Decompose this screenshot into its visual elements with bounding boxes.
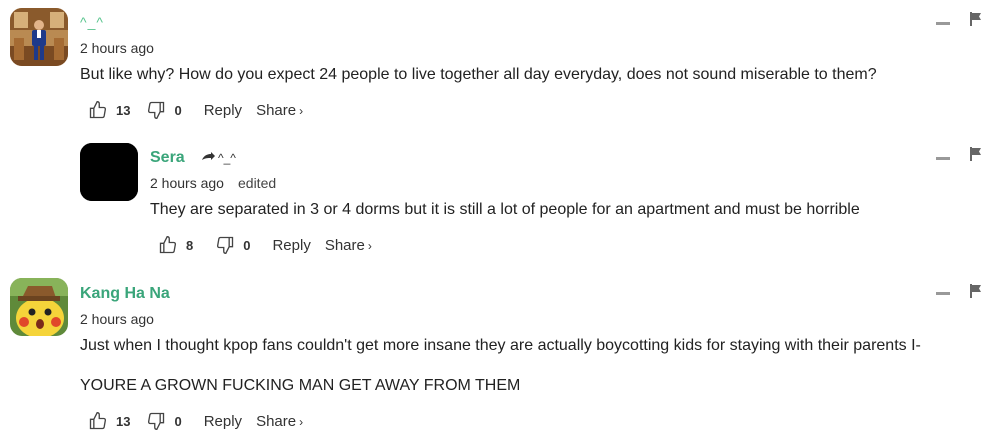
like-button[interactable]: 13	[88, 411, 130, 431]
dislike-count: 0	[174, 413, 182, 429]
thumbs-down-icon	[148, 101, 165, 120]
like-count: 13	[116, 102, 131, 118]
chevron-right-icon: ›	[299, 414, 304, 429]
thumbs-up-icon	[159, 235, 177, 254]
share-label: Share	[324, 236, 365, 254]
share-label: Share	[256, 101, 297, 119]
reply-arrow-icon	[202, 152, 215, 160]
timestamp: 2 hours ago	[150, 175, 224, 191]
like-count: 8	[186, 237, 194, 253]
comment: ^_^ 2 hours ago But like why? How do you…	[0, 0, 996, 130]
comment-actions: 13 0 Reply Share ›	[88, 411, 303, 431]
like-button[interactable]: 13	[88, 100, 130, 120]
dislike-button[interactable]: 0	[146, 411, 182, 431]
chevron-right-icon: ›	[299, 103, 304, 118]
reply-to-username: ^_^	[218, 151, 236, 165]
like-button[interactable]: 8	[158, 235, 193, 255]
dislike-count: 0	[243, 237, 251, 253]
avatar[interactable]	[10, 278, 68, 336]
minimize-icon[interactable]	[936, 292, 950, 295]
username[interactable]: Kang Ha Na	[80, 285, 170, 303]
timestamp: 2 hours ago	[80, 40, 154, 56]
username[interactable]: ^_^	[80, 14, 104, 30]
timestamp: 2 hours ago	[80, 311, 154, 327]
dislike-button[interactable]: 0	[215, 235, 250, 255]
like-count: 13	[116, 413, 131, 429]
share-button[interactable]: Share ›	[256, 102, 303, 119]
share-label: Share	[256, 412, 297, 430]
thumbs-down-icon	[148, 412, 165, 431]
comment-actions: 8 0 Reply Share ›	[158, 235, 372, 255]
person-avatar-icon	[10, 8, 68, 66]
thumbs-down-icon	[217, 236, 234, 255]
reply-comment: Sera ^_^ 2 hours ago edited They are sep…	[0, 135, 996, 265]
minimize-icon[interactable]	[936, 22, 950, 25]
thumbs-up-icon	[89, 100, 107, 119]
comment-text-line: YOURE A GROWN FUCKING MAN GET AWAY FROM …	[80, 377, 521, 394]
username[interactable]: Sera	[150, 149, 185, 167]
minimize-icon[interactable]	[936, 157, 950, 160]
flag-icon[interactable]	[970, 147, 982, 161]
black-avatar-icon	[80, 143, 138, 201]
comment-actions: 13 0 Reply Share ›	[88, 100, 303, 120]
comment-text: They are separated in 3 or 4 dorms but i…	[150, 201, 860, 218]
avatar[interactable]	[80, 143, 138, 201]
avatar[interactable]	[10, 8, 68, 66]
reply-button[interactable]: Reply	[204, 102, 242, 119]
comment-text: But like why? How do you expect 24 peopl…	[80, 66, 877, 83]
flag-icon[interactable]	[970, 12, 982, 26]
thumbs-up-icon	[89, 411, 107, 430]
share-button[interactable]: Share ›	[325, 237, 372, 254]
reply-to-indicator[interactable]: ^_^	[201, 151, 236, 165]
reply-button[interactable]: Reply	[204, 413, 242, 430]
reply-button[interactable]: Reply	[272, 237, 310, 254]
dislike-button[interactable]: 0	[146, 100, 182, 120]
pikachu-avatar-icon	[10, 278, 68, 336]
edited-label: edited	[238, 175, 277, 191]
dislike-count: 0	[174, 102, 182, 118]
comment-text-line: Just when I thought kpop fans couldn't g…	[80, 337, 921, 354]
flag-icon[interactable]	[970, 284, 982, 298]
comment: Kang Ha Na 2 hours ago Just when I thoug…	[0, 270, 996, 439]
share-button[interactable]: Share ›	[256, 413, 303, 430]
chevron-right-icon: ›	[367, 238, 372, 253]
